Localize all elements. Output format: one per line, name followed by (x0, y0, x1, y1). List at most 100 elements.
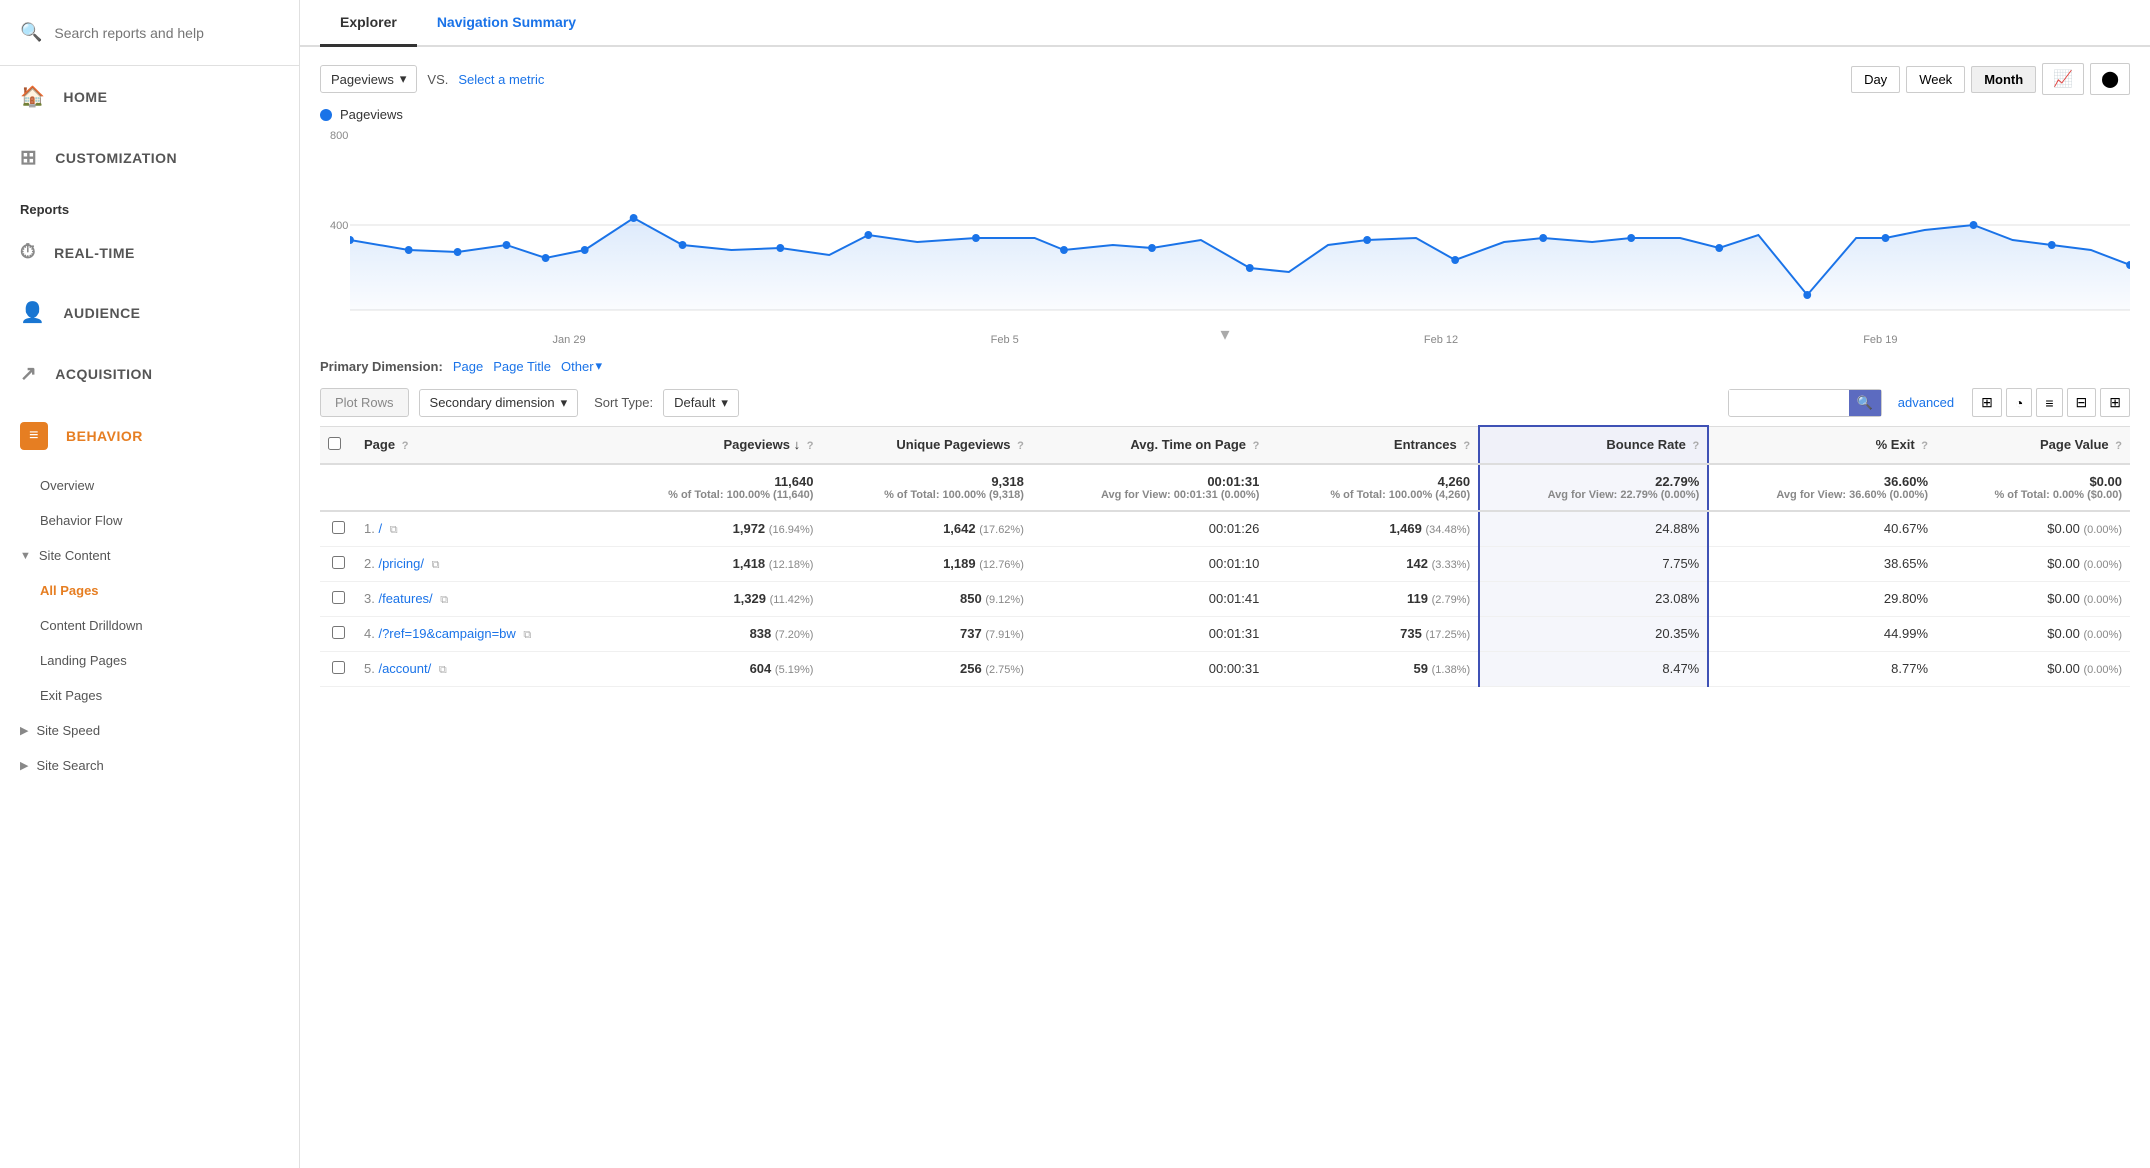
row5-check[interactable] (320, 651, 356, 686)
sort-dropdown[interactable]: Default ▾ (663, 389, 739, 417)
tab-navigation-summary[interactable]: Navigation Summary (417, 0, 596, 47)
sidebar-item-behavior[interactable]: ≡ BEHAVIOR (0, 404, 299, 468)
line-chart-button[interactable]: 📈 (2042, 63, 2084, 95)
search-input[interactable] (54, 25, 279, 41)
totals-pct-exit-sub: Avg for View: 36.60% (0.00%) (1717, 489, 1928, 501)
dim-page-link[interactable]: Page (453, 359, 483, 374)
select-all-checkbox[interactable] (328, 437, 341, 450)
totals-avg-sub: Avg for View: 00:01:31 (0.00%) (1040, 489, 1259, 501)
row1-page-link[interactable]: / (378, 521, 382, 536)
row1-pval-main: $0.00 (2047, 521, 2080, 536)
row3-page-link[interactable]: /features/ (378, 591, 432, 606)
plot-rows-button[interactable]: Plot Rows (320, 388, 409, 417)
sidebar-label-site-search: Site Search (36, 758, 103, 773)
search-bar[interactable]: 🔍 (0, 0, 299, 66)
row5-avg-time: 00:00:31 (1032, 651, 1267, 686)
select-metric-link[interactable]: Select a metric (458, 72, 544, 87)
sidebar-item-all-pages[interactable]: All Pages (0, 573, 299, 608)
dim-page-title-link[interactable]: Page Title (493, 359, 551, 374)
row4-page: 4. /?ref=19&campaign=bw ⧉ (356, 616, 604, 651)
sidebar-item-home[interactable]: 🏠 HOME (0, 66, 299, 127)
sidebar-item-acquisition[interactable]: ↗ ACQUISITION (0, 343, 299, 404)
table-search-box[interactable]: 🔍 (1728, 389, 1882, 417)
row3-pv-sub: (11.42%) (770, 594, 814, 606)
row5-checkbox[interactable] (332, 661, 345, 674)
sidebar-item-overview[interactable]: Overview (0, 468, 299, 503)
advanced-link[interactable]: advanced (1898, 395, 1954, 410)
bar-view-button[interactable]: ≡ (2036, 388, 2062, 417)
legend-dot (320, 109, 332, 121)
month-button[interactable]: Month (1971, 66, 2036, 93)
row5-copy-icon[interactable]: ⧉ (439, 664, 447, 676)
row5-page-link[interactable]: /account/ (378, 661, 431, 676)
grid-view-button[interactable]: ⊞ (1972, 388, 2002, 417)
row1-check[interactable] (320, 511, 356, 547)
row3-copy-icon[interactable]: ⧉ (440, 594, 448, 606)
row2-avg-time: 00:01:10 (1032, 546, 1267, 581)
row2-copy-icon[interactable]: ⧉ (432, 559, 440, 571)
page-help-icon[interactable]: ? (402, 440, 409, 452)
sidebar-item-landing-pages[interactable]: Landing Pages (0, 643, 299, 678)
page-value-help-icon[interactable]: ? (2115, 440, 2122, 452)
row3-pageviews: 1,329 (11.42%) (604, 581, 822, 616)
avg-time-help-icon[interactable]: ? (1253, 440, 1260, 452)
day-button[interactable]: Day (1851, 66, 1900, 93)
expand-icon-speed: ▶ (20, 724, 28, 737)
sidebar-item-customization[interactable]: ⊞ CUSTOMIZATION (0, 127, 299, 188)
totals-bounce-rate: 22.79% Avg for View: 22.79% (0.00%) (1479, 464, 1708, 511)
pie-view-button[interactable]: ◔ (2006, 388, 2032, 417)
table-row: 5. /account/ ⧉ 604 (5.19%) 256 (2.75%) 0… (320, 651, 2130, 686)
sidebar-group-site-search[interactable]: ▶ Site Search (0, 748, 299, 783)
row2-check[interactable] (320, 546, 356, 581)
row1-upv-sub: (17.62%) (979, 524, 1024, 536)
row2-page-link[interactable]: /pricing/ (378, 556, 424, 571)
row4-upv-main: 737 (960, 626, 982, 641)
unique-pageviews-help-icon[interactable]: ? (1017, 440, 1024, 452)
sidebar-item-audience[interactable]: 👤 AUDIENCE (0, 282, 299, 343)
table-search-input[interactable] (1729, 390, 1849, 415)
row1-pageviews: 1,972 (16.94%) (604, 511, 822, 547)
metric-dropdown[interactable]: Pageviews ▾ (320, 65, 417, 93)
sidebar-item-behavior-flow[interactable]: Behavior Flow (0, 503, 299, 538)
row4-check[interactable] (320, 616, 356, 651)
dim-other-label: Other (561, 359, 594, 374)
row1-checkbox[interactable] (332, 521, 345, 534)
y-label-400: 400 (330, 220, 348, 232)
dim-other-dropdown[interactable]: Other ▾ (561, 358, 602, 374)
week-button[interactable]: Week (1906, 66, 1965, 93)
row2-checkbox[interactable] (332, 556, 345, 569)
sidebar-item-realtime[interactable]: ⏱ REAL-TIME (0, 223, 299, 282)
row4-page-link[interactable]: /?ref=19&campaign=bw (378, 626, 515, 641)
pie-chart-button[interactable]: ⬤ (2090, 63, 2130, 95)
sidebar-group-site-speed[interactable]: ▶ Site Speed (0, 713, 299, 748)
compare-view-button[interactable]: ⊞ (2100, 388, 2130, 417)
totals-bounce-main: 22.79% (1488, 474, 1699, 489)
sidebar-label-acquisition: ACQUISITION (55, 366, 152, 382)
row1-unique-pageviews: 1,642 (17.62%) (821, 511, 1031, 547)
sidebar-group-site-content[interactable]: ▼ Site Content (0, 538, 299, 573)
row3-checkbox[interactable] (332, 591, 345, 604)
table-search-button[interactable]: 🔍 (1849, 390, 1881, 416)
entrances-help-icon[interactable]: ? (1463, 440, 1470, 452)
totals-entrances: 4,260 % of Total: 100.00% (4,260) (1267, 464, 1479, 511)
sidebar-item-exit-pages[interactable]: Exit Pages (0, 678, 299, 713)
totals-unique-sub: % of Total: 100.00% (9,318) (829, 489, 1023, 501)
pct-exit-help-icon[interactable]: ? (1921, 440, 1928, 452)
realtime-icon: ⏱ (20, 241, 36, 264)
scroll-indicator: ▾ (320, 320, 2130, 349)
secondary-dimension-dropdown[interactable]: Secondary dimension ▾ (419, 389, 579, 417)
row5-upv-main: 256 (960, 661, 982, 676)
row3-check[interactable] (320, 581, 356, 616)
row3-upv-main: 850 (960, 591, 982, 606)
bounce-rate-help-icon[interactable]: ? (1693, 440, 1700, 452)
pivot-view-button[interactable]: ⊟ (2067, 388, 2097, 417)
sidebar-item-content-drilldown[interactable]: Content Drilldown (0, 608, 299, 643)
row4-num: 4. (364, 626, 375, 641)
pageviews-help-icon[interactable]: ? (807, 440, 814, 452)
tab-explorer[interactable]: Explorer (320, 0, 417, 47)
audience-icon: 👤 (20, 300, 45, 325)
row1-copy-icon[interactable]: ⧉ (390, 524, 398, 536)
row4-copy-icon[interactable]: ⧉ (523, 629, 531, 641)
row4-checkbox[interactable] (332, 626, 345, 639)
row5-pval-main: $0.00 (2047, 661, 2080, 676)
